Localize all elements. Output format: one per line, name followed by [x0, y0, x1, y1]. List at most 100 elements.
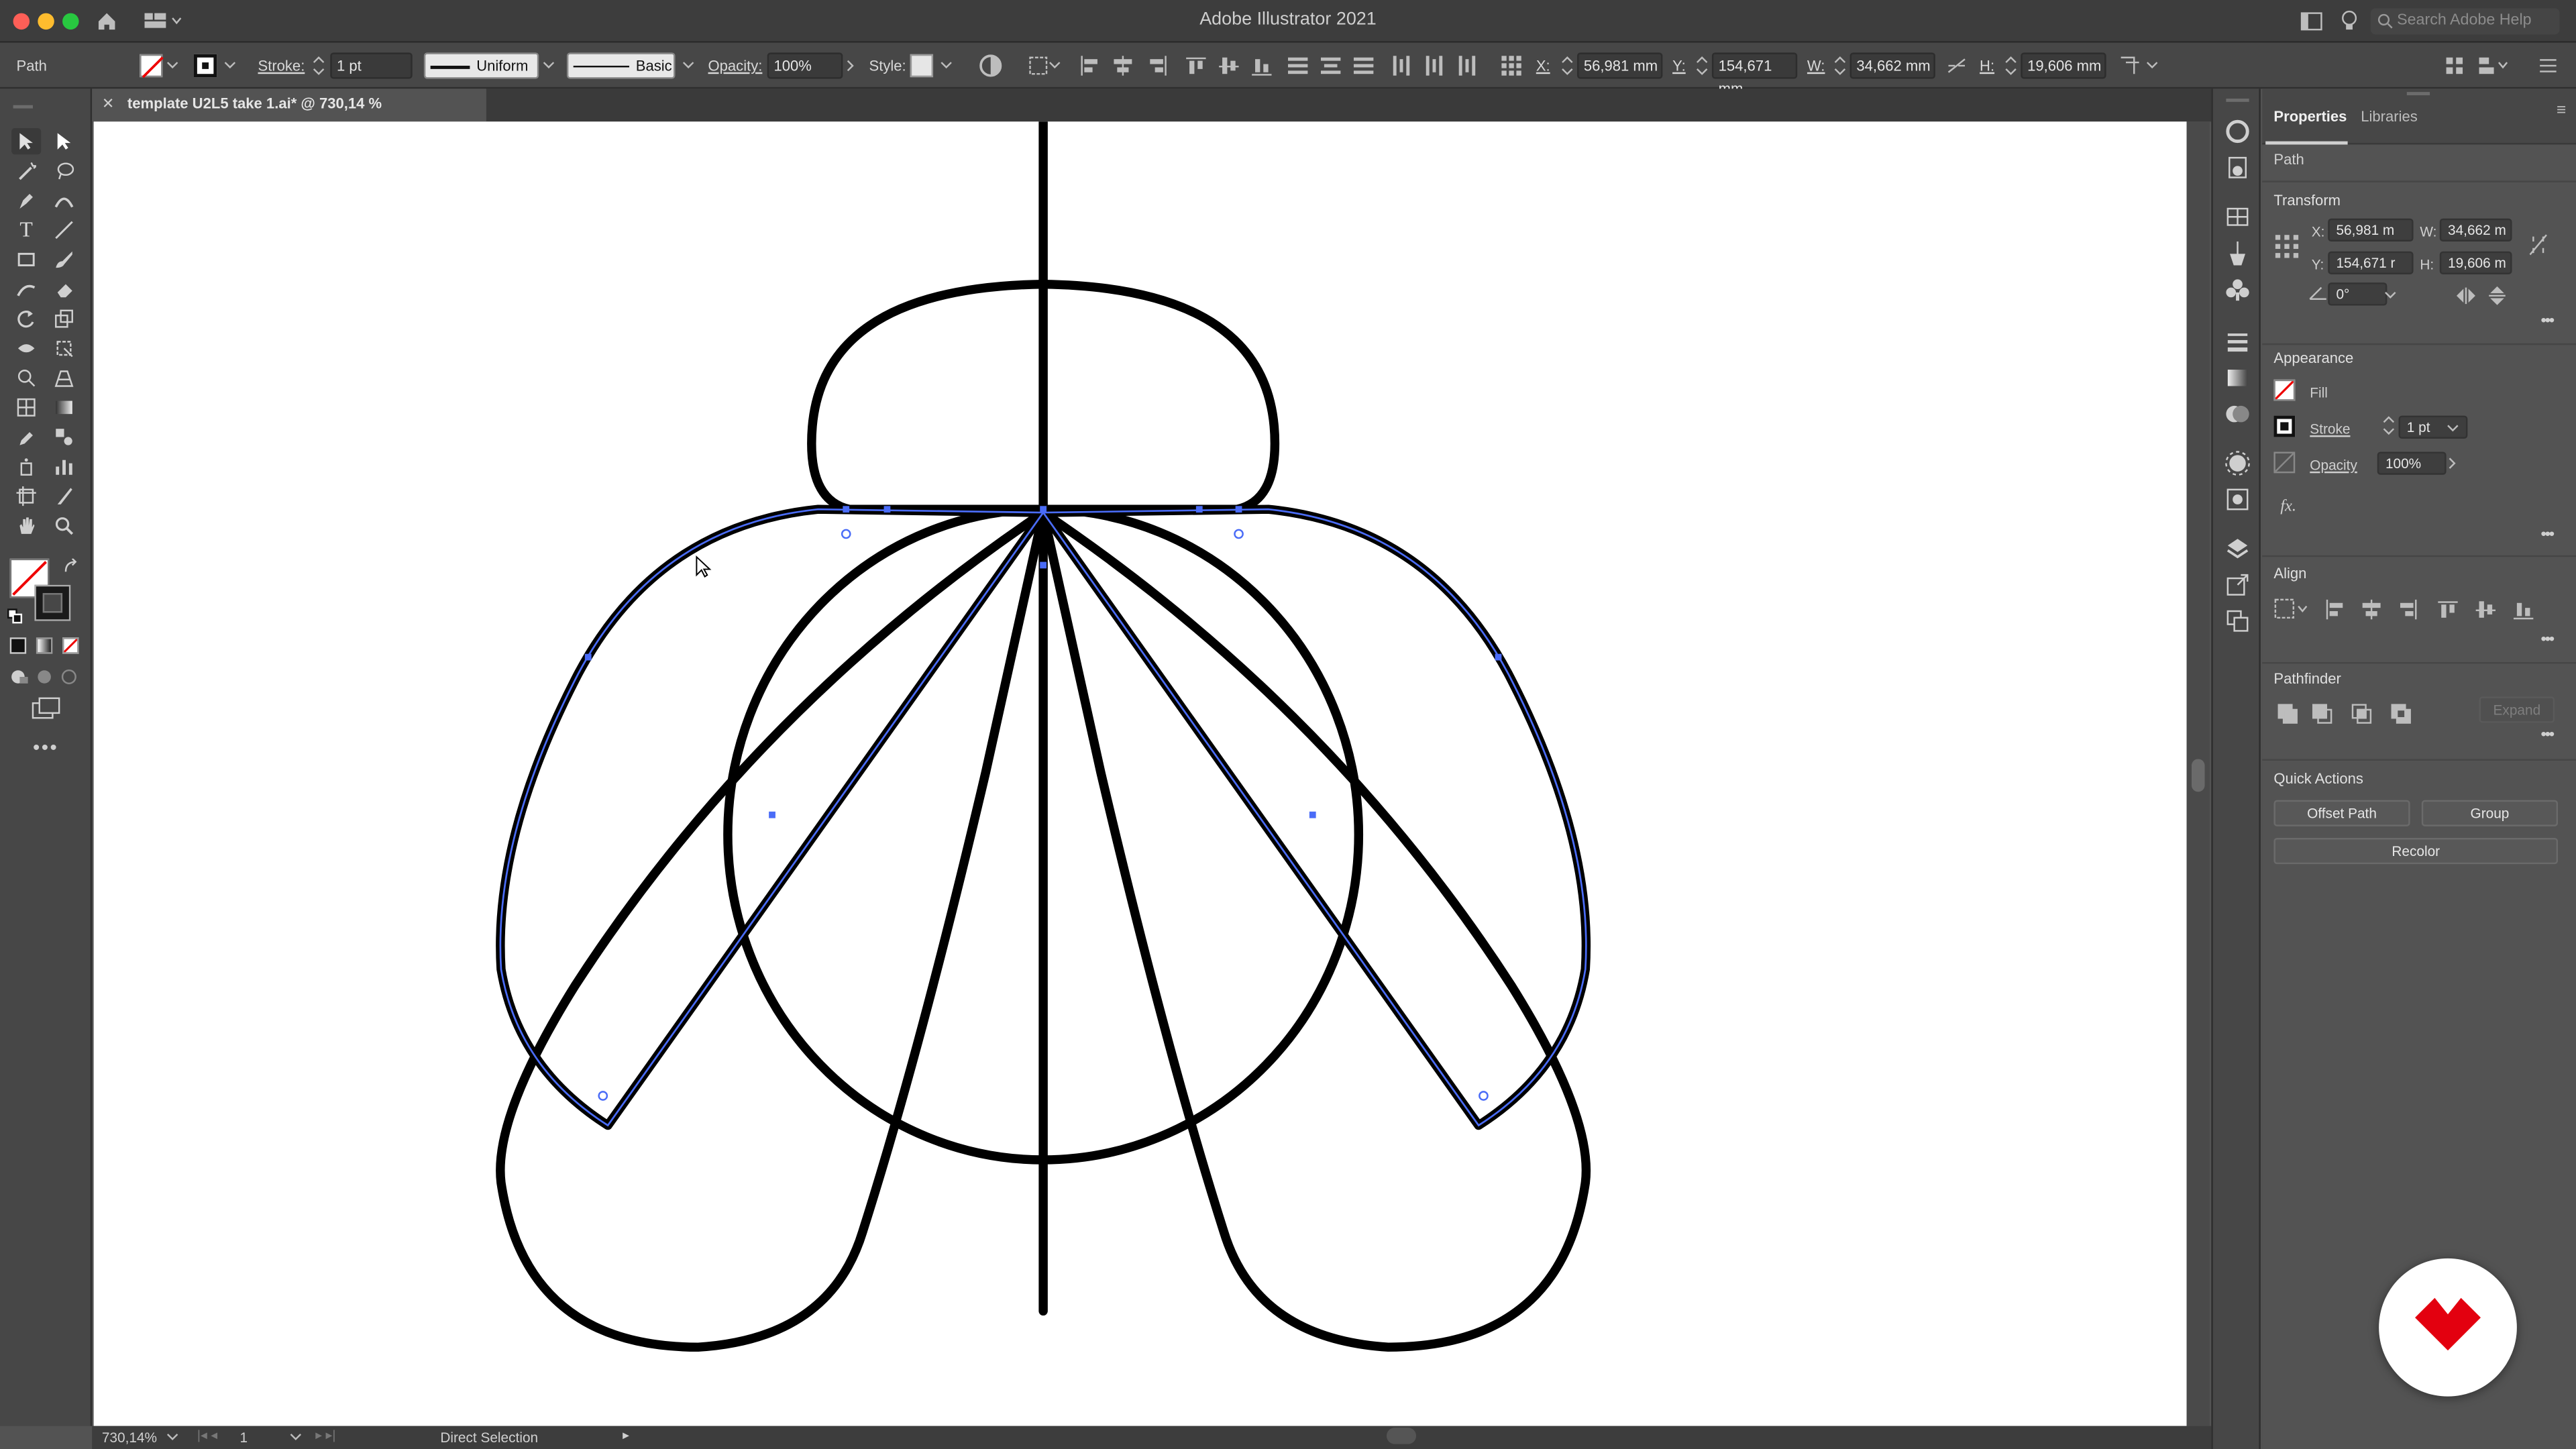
- eyedropper-tool-icon[interactable]: [11, 424, 41, 450]
- stroke-swatch[interactable]: [193, 54, 217, 78]
- offset-path-button[interactable]: Offset Path: [2273, 800, 2410, 826]
- swap-fill-stroke-icon[interactable]: [62, 558, 78, 575]
- stroke-stepper-icon[interactable]: [2382, 416, 2396, 435]
- default-fill-stroke-icon[interactable]: [7, 608, 23, 624]
- artwork[interactable]: [94, 117, 2187, 1426]
- align-buttons-icon[interactable]: [1078, 54, 1489, 77]
- canvas[interactable]: [93, 117, 2187, 1426]
- vertical-scroll-thumb[interactable]: [2191, 759, 2205, 792]
- gradient-tool-icon[interactable]: [49, 394, 78, 421]
- tab-properties[interactable]: Properties: [2273, 109, 2347, 125]
- width-tool-icon[interactable]: [11, 335, 41, 362]
- symbol-sprayer-tool-icon[interactable]: [11, 453, 41, 480]
- constrain-proportions-icon[interactable]: [1945, 58, 1968, 74]
- appearance-opacity-label[interactable]: Opacity: [2310, 457, 2357, 473]
- free-transform-tool-icon[interactable]: [49, 335, 78, 362]
- arrange-documents-icon[interactable]: [2300, 11, 2323, 31]
- fx-button[interactable]: fx.: [2280, 498, 2296, 516]
- color-guide-icon[interactable]: [2224, 118, 2251, 144]
- y-field[interactable]: 154,671 mm: [1711, 52, 1798, 97]
- perspective-grid-tool-icon[interactable]: [49, 365, 78, 391]
- none-mode-icon[interactable]: [62, 637, 79, 654]
- constrain-proportions-icon[interactable]: [2528, 233, 2548, 256]
- column-graph-tool-icon[interactable]: [49, 453, 78, 480]
- chevron-down-icon[interactable]: [940, 61, 953, 71]
- group-button[interactable]: Group: [2421, 800, 2559, 826]
- curvature-tool-icon[interactable]: [49, 187, 78, 213]
- brushes-icon[interactable]: [2224, 240, 2251, 266]
- variable-width-profile[interactable]: Uniform: [423, 52, 539, 79]
- recolor-artwork-icon[interactable]: [979, 54, 1002, 77]
- flip-vertical-icon[interactable]: [2487, 286, 2507, 305]
- opacity-label[interactable]: Opacity:: [708, 43, 763, 89]
- color-mode-icon[interactable]: [9, 637, 27, 654]
- chevron-down-icon[interactable]: [166, 61, 179, 71]
- document-info-icon[interactable]: [2224, 154, 2251, 180]
- scale-tool-icon[interactable]: [49, 306, 78, 332]
- chevron-down-icon[interactable]: [542, 61, 555, 71]
- draw-inside-icon[interactable]: [61, 669, 80, 685]
- transform-w-field[interactable]: 34,662 m: [2439, 218, 2512, 242]
- graphic-styles-icon[interactable]: [2224, 486, 2251, 513]
- h-stepper-icon[interactable]: [2004, 56, 2018, 75]
- x-stepper-icon[interactable]: [1561, 56, 1574, 75]
- first-artboard-icon[interactable]: |◂ ◂: [197, 1428, 217, 1442]
- flip-horizontal-icon[interactable]: [2456, 286, 2475, 305]
- appearance-opacity-field[interactable]: 100%: [2377, 451, 2447, 475]
- stroke-panel-icon[interactable]: [2224, 329, 2251, 355]
- reference-point-icon[interactable]: [2273, 233, 2300, 260]
- panel-menu-icon[interactable]: [2538, 58, 2558, 74]
- fill-none-swatch[interactable]: [140, 54, 164, 78]
- rotate-tool-icon[interactable]: [11, 306, 41, 332]
- artboards-icon[interactable]: [2224, 608, 2251, 634]
- horizontal-scroll-thumb[interactable]: [1386, 1428, 1417, 1444]
- chevron-down-icon[interactable]: [223, 61, 237, 71]
- next-artboard-icon[interactable]: ▸ ▸|: [315, 1428, 335, 1442]
- swatches-icon[interactable]: [2224, 204, 2251, 230]
- chevron-right-icon[interactable]: [2448, 457, 2458, 470]
- fill-none-swatch[interactable]: [2273, 379, 2296, 401]
- isolate-icon[interactable]: [2445, 56, 2464, 75]
- align-to-icon[interactable]: [2273, 598, 2313, 621]
- stroke-label[interactable]: Stroke:: [258, 43, 305, 89]
- blend-tool-icon[interactable]: [49, 424, 78, 450]
- chevron-down-icon[interactable]: [2447, 424, 2460, 434]
- lightbulb-icon[interactable]: [2339, 10, 2359, 33]
- rotate-angle-field[interactable]: 0°: [2328, 282, 2387, 306]
- arrange-icon[interactable]: [2477, 56, 2510, 75]
- zoom-tool-icon[interactable]: [49, 513, 78, 539]
- chevron-down-icon[interactable]: [682, 61, 695, 71]
- selection-tool-icon[interactable]: [11, 128, 42, 155]
- y-label[interactable]: Y:: [1672, 43, 1686, 89]
- stroke-indicator[interactable]: [34, 584, 71, 621]
- transform-h-field[interactable]: 19,606 m: [2439, 251, 2512, 274]
- h-field[interactable]: 19,606 mm: [2021, 52, 2106, 79]
- chevron-down-icon[interactable]: [2383, 290, 2397, 301]
- gradient-mode-icon[interactable]: [36, 637, 53, 654]
- vertical-scrollbar[interactable]: [2186, 121, 2210, 1426]
- stroke-weight-field[interactable]: 1 pt: [330, 52, 413, 79]
- artboard-number[interactable]: 1: [240, 1430, 248, 1446]
- expand-button[interactable]: Expand: [2479, 696, 2555, 723]
- h-label[interactable]: H:: [1980, 43, 1994, 89]
- asset-export-icon[interactable]: [2224, 572, 2251, 598]
- slice-tool-icon[interactable]: [49, 483, 78, 509]
- align-more-options-icon[interactable]: •••: [2540, 631, 2555, 649]
- w-label[interactable]: W:: [1807, 43, 1825, 89]
- recolor-button[interactable]: Recolor: [2273, 837, 2559, 865]
- mesh-tool-icon[interactable]: [11, 394, 41, 421]
- chevron-down-icon[interactable]: [166, 1433, 179, 1443]
- graphic-style-swatch[interactable]: [910, 54, 934, 78]
- shaper-tool-icon[interactable]: [11, 276, 41, 302]
- stroke-swatch[interactable]: [2273, 415, 2296, 437]
- layers-icon[interactable]: [2224, 535, 2251, 561]
- lasso-tool-icon[interactable]: [49, 158, 78, 184]
- x-field[interactable]: 56,981 mm: [1577, 52, 1663, 79]
- pathfinder-more-options-icon[interactable]: •••: [2540, 726, 2555, 744]
- align-buttons-icon[interactable]: [2323, 598, 2536, 621]
- appearance-icon[interactable]: [2224, 450, 2251, 476]
- chevron-right-icon[interactable]: [846, 59, 856, 72]
- reference-point-icon[interactable]: [1500, 54, 1523, 77]
- x-label[interactable]: X:: [1536, 43, 1550, 89]
- transform-y-field[interactable]: 154,671 r: [2328, 251, 2414, 274]
